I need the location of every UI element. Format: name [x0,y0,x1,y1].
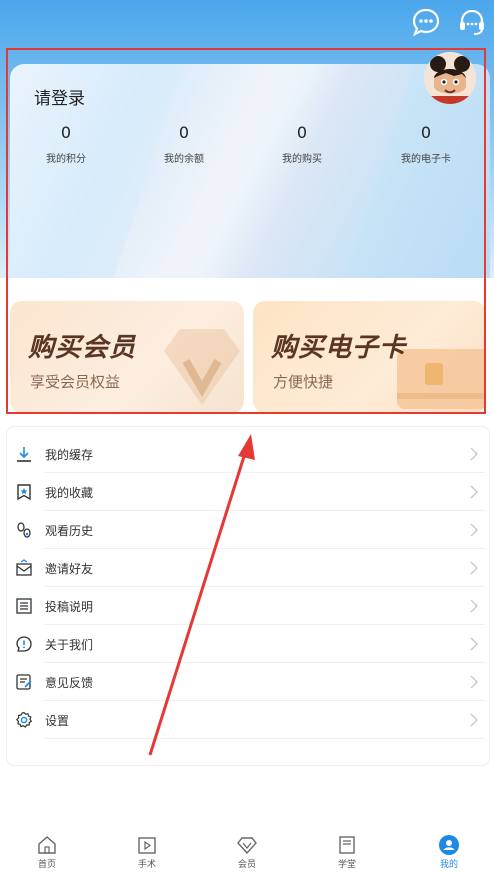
diamond-icon [237,837,257,855]
avatar[interactable] [424,52,476,104]
tab-membership[interactable]: 会员 [217,834,277,870]
bottom-tab-bar: 首页 手术 会员 学堂 我的 [0,828,494,872]
tab-label: 我的 [439,860,458,870]
home-icon [38,836,56,854]
cartoon-avatar-icon [424,52,476,104]
profile-icon [439,835,459,855]
stat-balance[interactable]: 0 我的余额 [144,123,224,166]
tab-label: 手术 [137,860,156,870]
stat-purchases[interactable]: 0 我的购买 [262,123,342,166]
tab-label: 会员 [237,860,256,870]
video-play-icon [138,837,156,854]
stat-label: 我的电子卡 [401,154,451,165]
stat-label: 我的积分 [46,154,86,165]
tab-surgery[interactable]: 手术 [117,834,177,870]
tab-label: 首页 [37,860,56,870]
tab-label: 学堂 [337,860,356,870]
stat-label: 我的购买 [282,154,322,165]
stat-value: 0 [60,123,72,142]
stat-value: 0 [296,123,308,142]
stat-value: 0 [420,123,432,142]
book-icon [339,836,355,854]
stat-points[interactable]: 0 我的积分 [26,123,106,166]
stat-value: 0 [178,123,190,142]
tab-academy[interactable]: 学堂 [317,834,377,870]
stat-label: 我的余额 [164,154,204,165]
login-prompt[interactable]: 请登录 [34,84,85,109]
tab-home[interactable]: 首页 [17,834,77,870]
tab-mine[interactable]: 我的 [419,834,479,870]
stat-ecards[interactable]: 0 我的电子卡 [386,123,466,166]
